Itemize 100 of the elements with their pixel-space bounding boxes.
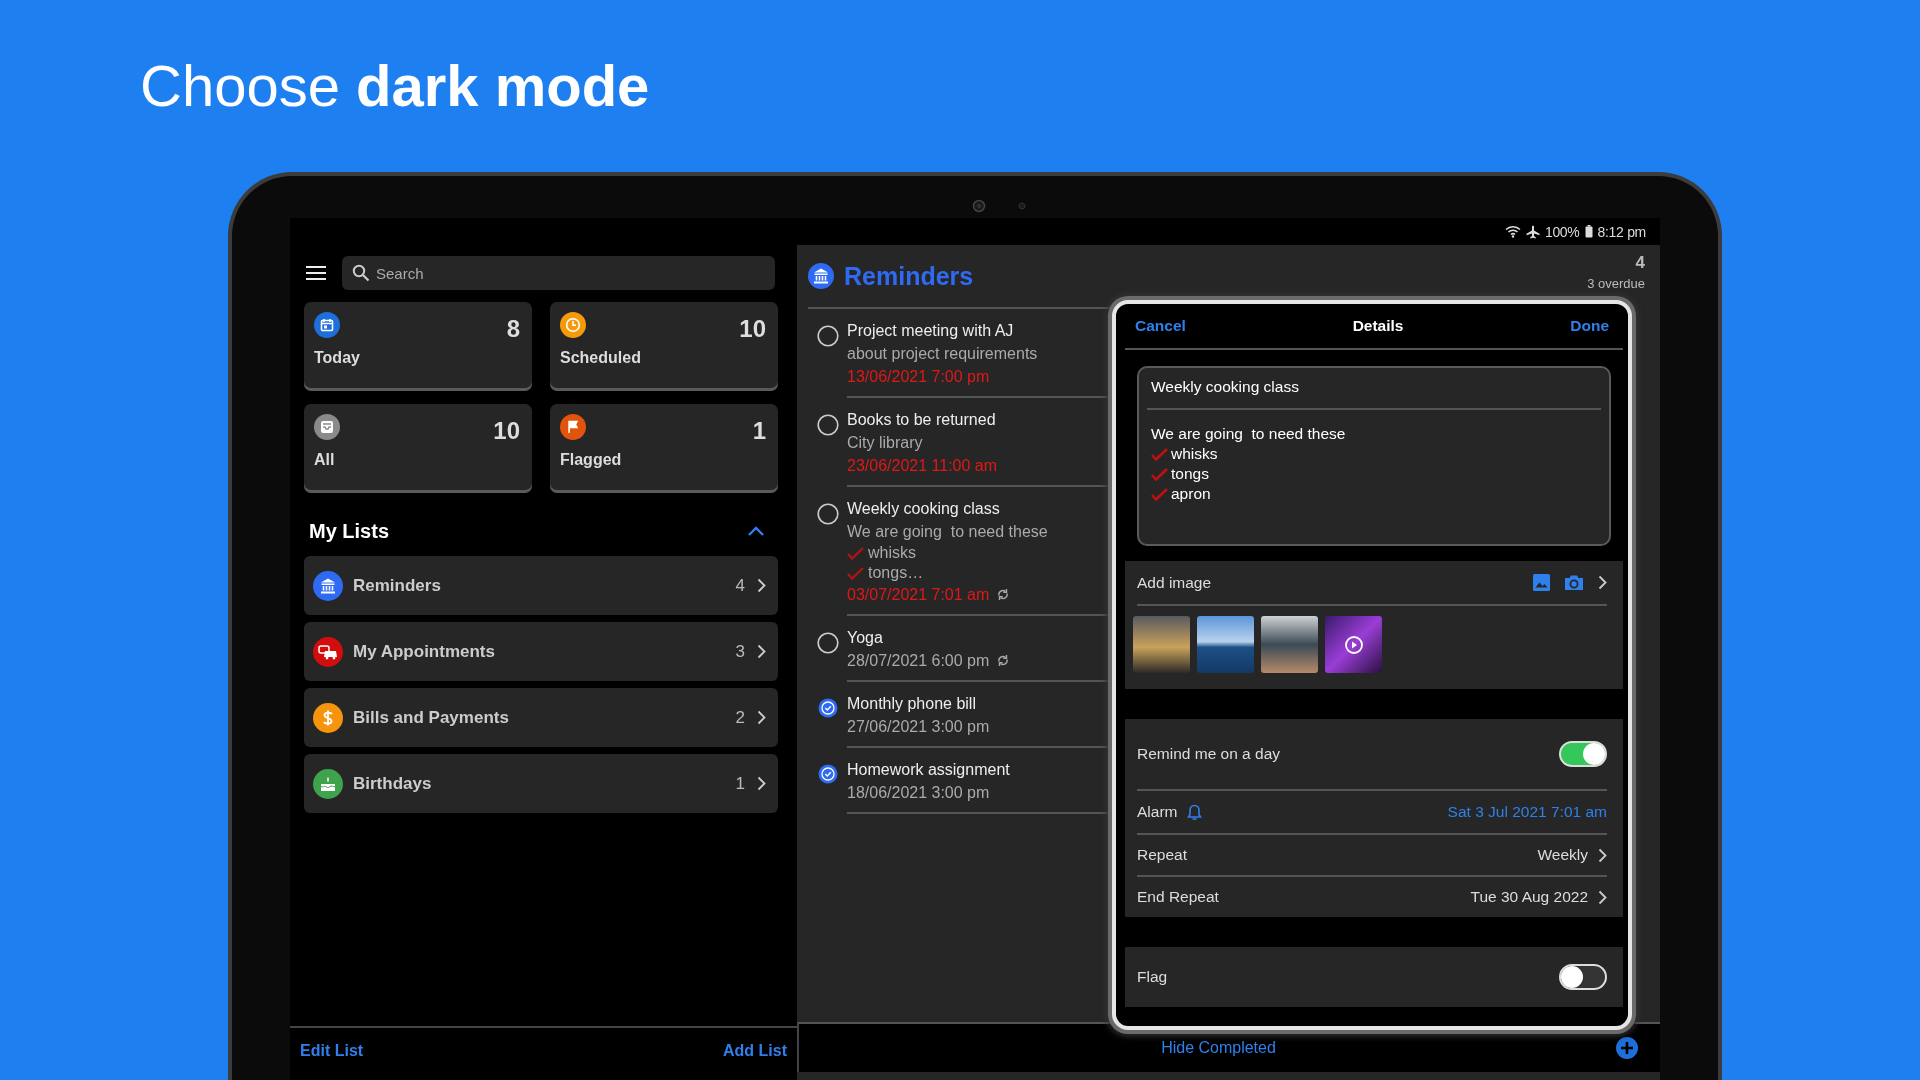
tile-count: 10 [493,417,520,445]
chevron-right-icon [757,710,766,725]
sheet-title: Details [1352,317,1404,335]
add-list-link[interactable]: Add List [723,1042,787,1060]
checklist-item: whisks [1171,444,1218,464]
reminder-title: Books to be returned [847,410,997,430]
menu-icon[interactable] [306,265,326,281]
checklist-item: apron [1171,484,1211,504]
alarm-date[interactable]: Sat 3 Jul 2021 7:01 am [1447,803,1607,821]
done-button[interactable]: Done [1570,317,1609,335]
checkmark-icon [1151,447,1168,461]
reminder-title: Homework assignment [847,760,1011,780]
overdue-count: 3 overdue [1587,276,1645,291]
checklist-item: tongs [1171,464,1209,484]
smart-list-tile[interactable]: 1 Flagged [550,404,778,490]
reminder-title: Monthly phone bill [847,694,977,714]
list-row[interactable]: Birthdays 1 [304,754,778,813]
photo-placeholder[interactable] [1197,616,1254,673]
tile-label: Flagged [560,451,623,469]
chevron-right-icon [1598,889,1607,905]
checked-circle-icon[interactable] [817,698,838,718]
setting-label: Alarm [1137,803,1178,821]
chevron-right-icon [757,578,766,593]
photo-placeholder[interactable] [1133,616,1190,673]
image-icon[interactable] [1533,574,1550,591]
list-row[interactable]: My Appointments 3 [304,622,778,681]
chevron-right-icon [757,776,766,791]
checked-circle-icon[interactable] [817,764,838,784]
bell-icon [1187,803,1203,821]
setting-label: Flag [1137,968,1168,986]
reminder-date: 03/07/2021 7:01 am [847,585,990,605]
cancel-button[interactable]: Cancel [1135,317,1186,335]
note-text: We are going to need these [1151,424,1347,444]
list-row[interactable]: Bills and Payments 2 [304,688,778,747]
checkbox-circle[interactable] [816,503,839,525]
list-row[interactable]: Reminders 4 [304,556,778,615]
reminder-title: Weekly cooking class [847,499,1001,519]
tile-label: All [314,451,336,469]
checkbox-circle[interactable] [816,325,839,347]
list-count: 3 [735,641,745,662]
list-count: 2 [735,707,745,728]
add-icon[interactable] [1616,1037,1638,1059]
airplane-icon [1525,224,1540,239]
clock-time: 8:12 pm [1597,223,1646,240]
hide-completed-link[interactable]: Hide Completed [1161,1039,1276,1057]
tile-count: 1 [752,417,766,445]
chevron-right-icon [1598,847,1607,863]
reminder-date: 27/06/2021 3:00 pm [847,717,990,737]
list-name: My Appointments [353,641,496,662]
smart-list-tile[interactable]: 10 All [304,404,532,490]
setting-label: Repeat [1137,846,1187,864]
checklist-item: tongs… [868,563,924,583]
tile-label: Scheduled [560,349,642,367]
smart-list-tile[interactable]: 8 Today [304,302,532,388]
play-icon[interactable] [1344,635,1363,654]
setting-value[interactable]: Weekly [1537,846,1588,864]
edit-list-link[interactable]: Edit List [300,1042,364,1060]
camera-icon[interactable] [1564,574,1584,591]
reminder-title: Yoga [847,628,884,648]
photo-placeholder[interactable] [1261,616,1318,673]
bank-icon [808,263,834,289]
tile-count: 8 [506,315,520,343]
note-field[interactable]: Weekly cooking class We are going to need these whisks tongs apron [1137,366,1611,546]
reminder-date: 18/06/2021 3:00 pm [847,783,990,803]
setting-value[interactable]: Tue 30 Aug 2022 [1470,888,1588,906]
video-thumbnail[interactable] [1325,616,1382,673]
toggle-switch[interactable] [1559,741,1607,767]
list-name: Reminders [353,575,442,596]
tile-label: Today [314,349,361,367]
checkbox-circle[interactable] [816,632,839,654]
battery-level: 100% [1544,223,1580,240]
checkmark-icon [1151,467,1168,481]
checkmark-icon [847,546,864,560]
tile-count: 10 [739,315,766,343]
chevron-right-icon [757,644,766,659]
reminder-count: 4 [1635,253,1645,273]
reminder-date: 28/07/2021 6:00 pm [847,651,990,671]
search-field[interactable]: Search [342,256,775,290]
checklist-item: whisks [868,543,916,563]
headline: Choose dark mode [139,52,651,120]
chevron-up-icon[interactable] [747,525,765,537]
section-title: My Lists [309,519,390,543]
setting-label: End Repeat [1137,888,1219,906]
checkmark-icon [847,566,864,580]
list-name: Bills and Payments [353,707,510,728]
smart-list-tile[interactable]: 10 Scheduled [550,302,778,388]
add-image-label: Add image [1137,573,1213,592]
checkbox-circle[interactable] [816,414,839,436]
list-name: Birthdays [353,773,433,794]
note-title: Weekly cooking class [1147,368,1601,410]
reminder-note: We are going to need these [847,522,1049,542]
chevron-right-icon [1598,575,1607,590]
list-count: 1 [735,773,745,794]
wifi-icon [1504,225,1521,238]
reminder-title: Project meeting with AJ [847,321,1015,341]
checkmark-icon [1151,487,1168,501]
reminder-date: 23/06/2021 11:00 am [847,456,998,476]
reminder-date: 13/06/2021 7:00 pm [847,367,990,387]
toggle-switch[interactable] [1559,964,1607,990]
reminder-note: City library [847,433,924,453]
